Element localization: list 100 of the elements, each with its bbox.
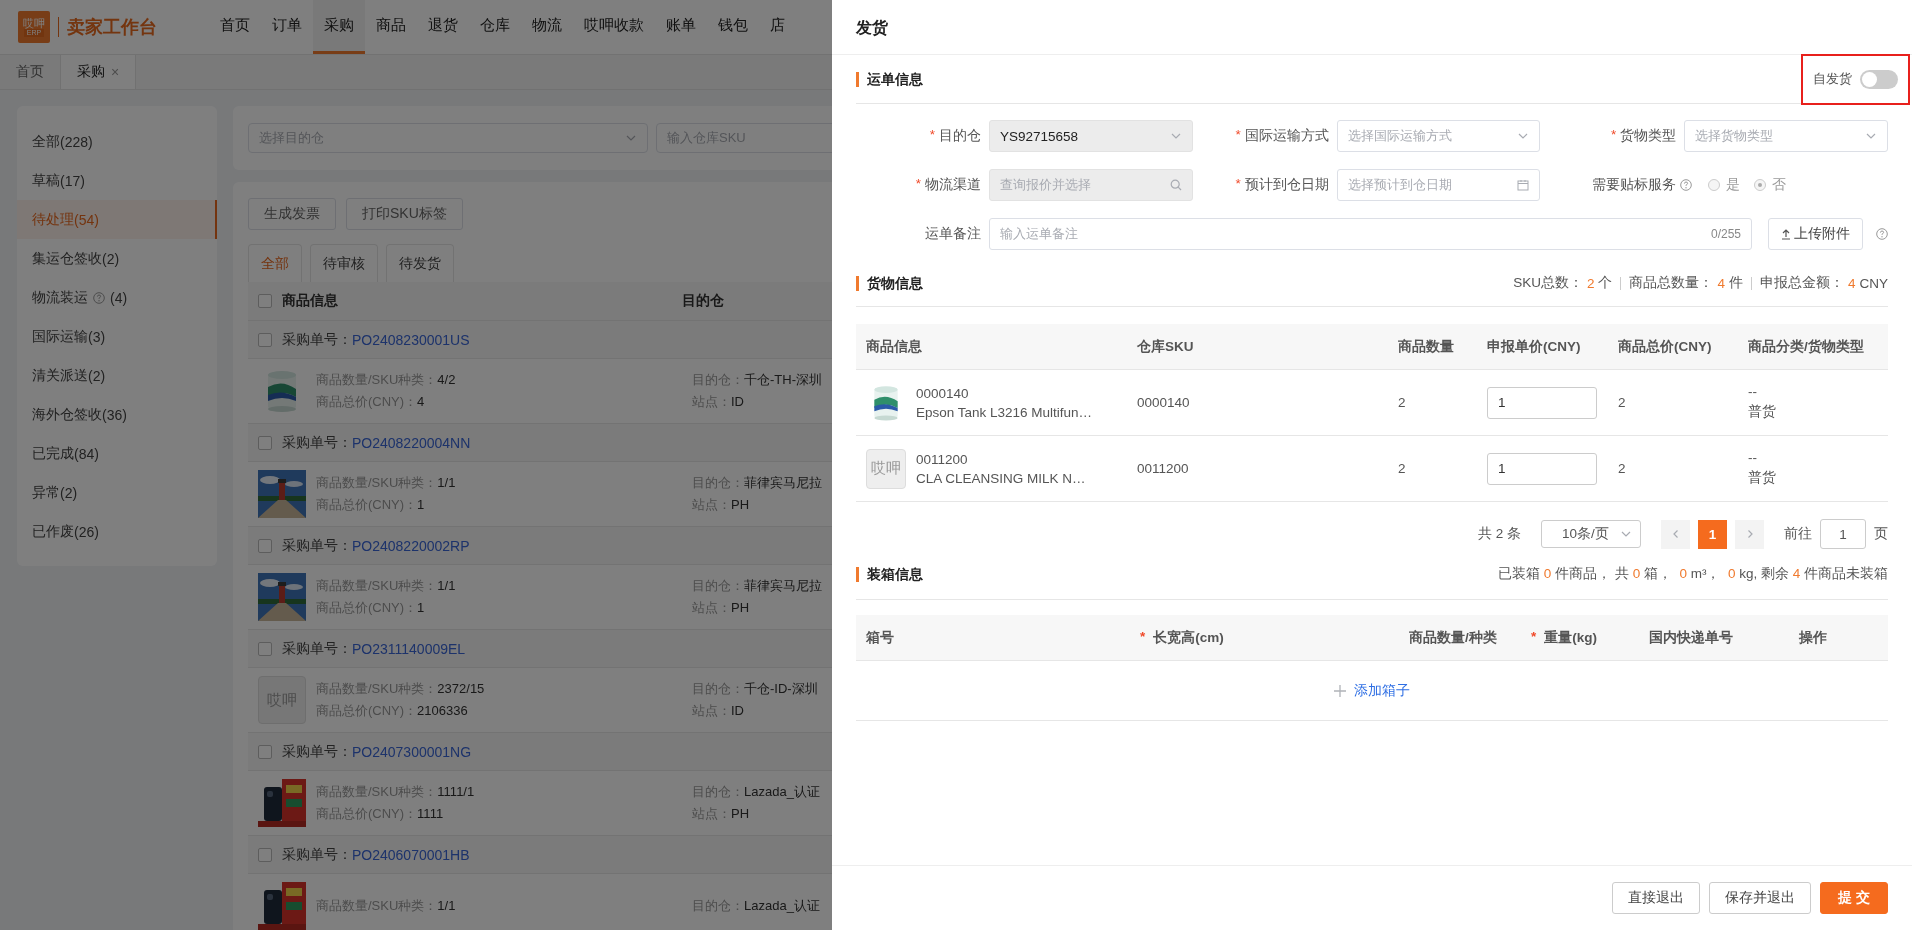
column-header: 国内快递单号 xyxy=(1649,628,1733,647)
select-field[interactable]: 选择货物类型 xyxy=(1684,120,1888,152)
sidebar-item[interactable]: 待处理(54) xyxy=(17,200,217,239)
sidebar-item-label: 清关派送 xyxy=(32,366,88,385)
field-value: PH xyxy=(731,806,750,821)
order-number-link[interactable]: PO2407300001NG xyxy=(352,743,472,760)
price-input-field[interactable]: 1 xyxy=(1487,386,1597,419)
goto-page-field[interactable]: 1 xyxy=(1820,519,1866,549)
sidebar-item[interactable]: 全部(228) xyxy=(17,122,217,161)
product-name: Epson Tank L3216 Multifun… xyxy=(916,404,1093,420)
summary-unit: CNY xyxy=(1859,275,1888,291)
field-value: 4 xyxy=(417,394,425,409)
sidebar-item[interactable]: 清关派送(2) xyxy=(17,356,217,395)
radio-button[interactable] xyxy=(1708,179,1721,191)
checkbox[interactable] xyxy=(258,538,272,553)
column-header: 申报单价(CNY) xyxy=(1487,337,1582,356)
radio-button[interactable] xyxy=(1754,179,1767,191)
add-box-link[interactable]: 添加箱子 xyxy=(1334,681,1410,700)
order-number-label: 采购单号： xyxy=(282,330,352,349)
required-mark: * xyxy=(915,176,921,193)
summary-value: 4 xyxy=(1847,275,1856,291)
order-number-link[interactable]: PO2408220002RP xyxy=(352,537,470,554)
sidebar-item[interactable]: 异常(2) xyxy=(17,473,217,512)
column-header: 商品分类/货物类型 xyxy=(1748,337,1865,356)
sidebar-item[interactable]: 已完成(84) xyxy=(17,434,217,473)
radio-label: 是 xyxy=(1726,176,1741,194)
select-field[interactable]: 选择国际运输方式 xyxy=(1336,120,1541,152)
column-header: 操作 xyxy=(1799,628,1827,647)
checkbox[interactable] xyxy=(258,641,272,656)
search-icon xyxy=(1169,179,1182,191)
page-number-button[interactable]: 1 xyxy=(1698,519,1727,549)
summary-value: 4 xyxy=(1717,275,1725,291)
form-label: 货物类型 xyxy=(1620,127,1677,145)
product-code: 0011200 xyxy=(916,451,969,467)
order-number-link[interactable]: PO2408220004NN xyxy=(352,434,471,451)
sidebar-item-label: 草稿 xyxy=(32,171,60,188)
table-cell-text: -- xyxy=(1748,450,1758,465)
total-count: 共 2 条 xyxy=(1478,525,1521,543)
sidebar-item[interactable]: 海外仓签收(36) xyxy=(17,395,217,434)
sidebar-item-label: 国际运输 xyxy=(32,327,88,346)
order-number-link[interactable]: PO2311140009EL xyxy=(352,640,466,657)
submit-button[interactable]: 提 交 xyxy=(1820,882,1888,914)
footer-button[interactable]: 保存并退出 xyxy=(1709,882,1812,914)
nav-item[interactable]: 首页 xyxy=(209,0,261,54)
sidebar-item[interactable]: 草稿(17) xyxy=(17,161,217,200)
sidebar-item[interactable]: 物流装运 (4) xyxy=(17,278,217,317)
drawer-title: 发货 xyxy=(832,0,1912,55)
form-label: 物流渠道 xyxy=(925,176,981,194)
nav-item[interactable]: 退货 xyxy=(417,0,469,54)
help-icon[interactable] xyxy=(1876,228,1888,240)
sidebar-item[interactable]: 已作废(26) xyxy=(17,512,217,551)
column-header: 商品数量 xyxy=(1398,337,1455,356)
order-number-link[interactable]: PO2408230001US xyxy=(352,331,470,348)
nav-item[interactable]: 订单 xyxy=(261,0,313,54)
price-input-field[interactable]: 1 xyxy=(1487,452,1597,485)
next-page-button[interactable] xyxy=(1735,519,1764,549)
action-button[interactable]: 打印SKU标签 xyxy=(346,198,463,230)
previous-page-button[interactable] xyxy=(1661,519,1690,549)
page-size-select[interactable]: 10条/页 xyxy=(1541,520,1641,548)
remark-input-field[interactable]: 输入运单备注 0/255 xyxy=(989,218,1752,250)
field-value: 2372/15 xyxy=(437,681,485,696)
table-cell-text: 2 xyxy=(1618,395,1627,410)
nav-item[interactable]: 店 xyxy=(759,0,796,54)
action-button[interactable]: 生成发票 xyxy=(248,198,336,230)
order-number-link[interactable]: PO2406070001HB xyxy=(352,846,470,863)
field-value: 千仓-TH-深圳 xyxy=(744,372,822,387)
checkbox[interactable] xyxy=(258,744,272,759)
summary-label: 申报总金额： xyxy=(1759,274,1844,292)
checkbox[interactable] xyxy=(258,294,272,308)
order-number-label: 采购单号： xyxy=(282,845,352,864)
sidebar-item[interactable]: 集运仓签收(2) xyxy=(17,239,217,278)
sidebar-item-count: (3) xyxy=(88,328,106,345)
help-icon[interactable] xyxy=(1680,179,1693,191)
footer-button[interactable]: 直接退出 xyxy=(1612,882,1701,914)
field-value: 菲律宾马尼拉 xyxy=(744,475,822,490)
nav-item[interactable]: 物流 xyxy=(521,0,573,54)
close-icon[interactable]: × xyxy=(111,64,120,80)
form-label: 预计到仓日期 xyxy=(1244,176,1329,194)
field-value: Lazada_认证 xyxy=(744,784,820,799)
nav-item[interactable]: 仓库 xyxy=(469,0,521,54)
page-tab[interactable]: 采购 × xyxy=(61,55,137,89)
logo-text: 哎呷 xyxy=(23,17,45,30)
nav-item[interactable]: 商品 xyxy=(365,0,417,54)
required-mark: * xyxy=(1235,127,1241,144)
nav-item[interactable]: 采购 xyxy=(313,0,365,54)
sidebar-item-count: (2) xyxy=(102,250,120,267)
checkbox[interactable] xyxy=(258,332,272,347)
sidebar-item[interactable]: 国际运输(3) xyxy=(17,317,217,356)
checkbox[interactable] xyxy=(258,435,272,450)
help-icon[interactable] xyxy=(93,291,105,304)
nav-item[interactable]: 账单 xyxy=(655,0,707,54)
field-value: 千仓-ID-深圳 xyxy=(744,681,818,696)
order-number-label: 采购单号： xyxy=(282,536,352,555)
upload-button[interactable]: 上传附件 xyxy=(1768,218,1863,250)
sidebar-item-count: (17) xyxy=(60,172,85,189)
checkbox[interactable] xyxy=(258,847,272,862)
nav-item[interactable]: 钱包 xyxy=(707,0,759,54)
nav-item[interactable]: 哎呷收款 xyxy=(573,0,655,54)
toggle-switch[interactable] xyxy=(1860,69,1898,89)
date-picker-field[interactable]: 选择预计到仓日期 xyxy=(1336,169,1541,201)
